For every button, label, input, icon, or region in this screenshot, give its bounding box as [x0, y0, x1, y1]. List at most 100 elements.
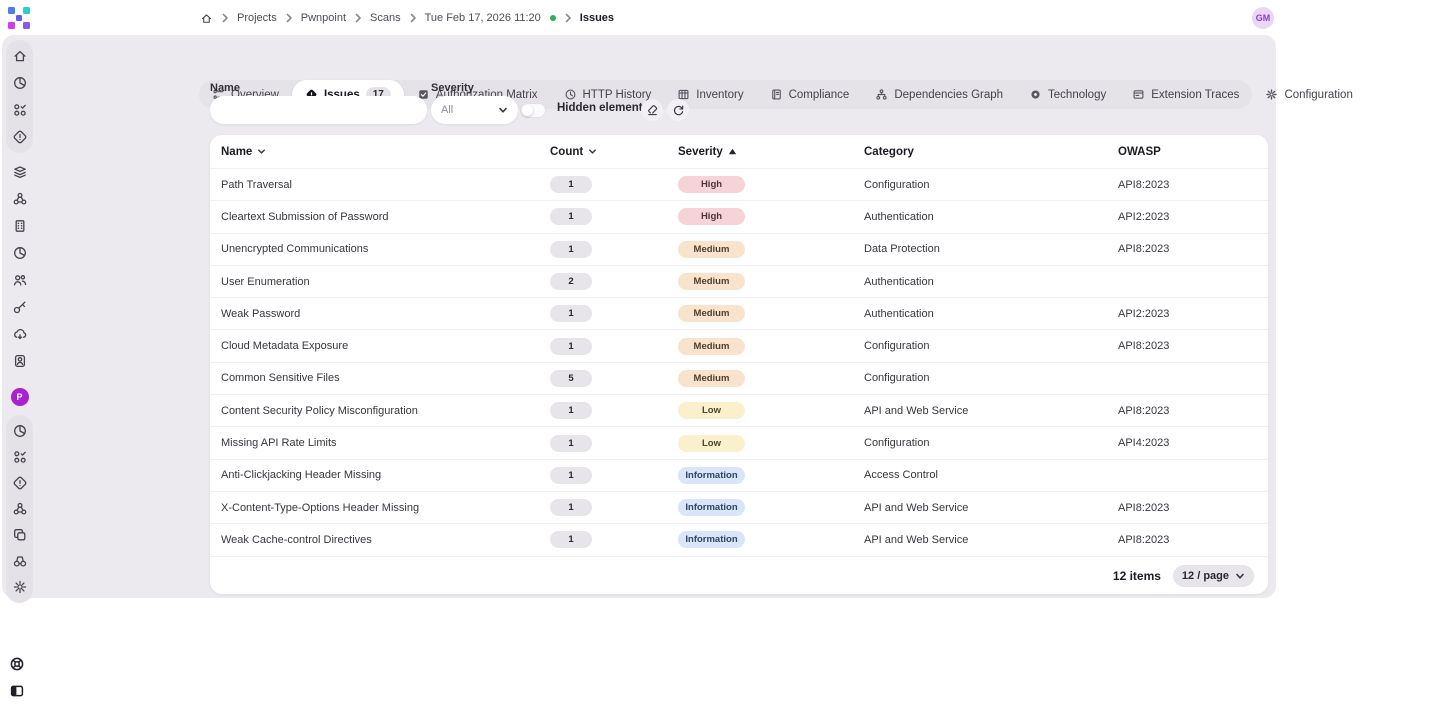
tab-label: Inventory — [696, 89, 743, 101]
team-icon[interactable] — [12, 272, 28, 288]
home-icon[interactable] — [12, 48, 28, 64]
clear-filters-button[interactable] — [641, 99, 663, 121]
home-icon[interactable] — [200, 12, 213, 25]
table-row[interactable]: Path Traversal 1 High Configuration API8… — [210, 168, 1268, 200]
issue-owasp: API8:2023 — [1118, 179, 1254, 191]
chevron-down-icon — [587, 146, 598, 157]
breadcrumb-project-name[interactable]: Pwnpoint — [301, 12, 346, 24]
tab-label: Dependencies Graph — [894, 89, 1003, 101]
issue-category: Configuration — [864, 340, 1118, 352]
help-lifebuoy-icon[interactable] — [9, 656, 25, 672]
cloud-sync-icon[interactable] — [12, 326, 28, 342]
table-row[interactable]: Anti-Clickjacking Header Missing 1 Infor… — [210, 459, 1268, 491]
issue-name: Weak Cache-control Directives — [221, 534, 550, 546]
sidebar-toggle-icon[interactable] — [9, 683, 25, 699]
issue-category: Authentication — [864, 308, 1118, 320]
issue-name: User Enumeration — [221, 276, 550, 288]
breadcrumb-scan-timestamp[interactable]: Tue Feb 17, 2026 11:20 — [425, 12, 541, 24]
project-avatar[interactable]: P — [11, 388, 29, 406]
hidden-elements-toggle[interactable] — [520, 103, 546, 118]
issue-category: API and Web Service — [864, 502, 1118, 514]
cluster-icon[interactable] — [12, 191, 28, 207]
breadcrumb-projects[interactable]: Projects — [237, 12, 277, 24]
tab-compliance[interactable]: Compliance — [757, 80, 863, 109]
breadcrumb-scans[interactable]: Scans — [370, 12, 401, 24]
column-header-name[interactable]: Name — [221, 146, 550, 158]
sidebar-group-scan — [12, 164, 28, 369]
issue-name: Cleartext Submission of Password — [221, 211, 550, 223]
name-filter-input[interactable] — [210, 96, 427, 124]
issue-category: Access Control — [864, 469, 1118, 481]
table-row[interactable]: Unencrypted Communications 1 Medium Data… — [210, 233, 1268, 265]
tab-technology[interactable]: Technology — [1016, 80, 1119, 109]
table-row[interactable]: Missing API Rate Limits 1 Low Configurat… — [210, 426, 1268, 458]
copy-tags-icon[interactable] — [12, 527, 28, 543]
count-badge: 2 — [550, 273, 592, 290]
issue-name: Content Security Policy Misconfiguration — [221, 405, 550, 417]
table-row[interactable]: User Enumeration 2 Medium Authentication — [210, 265, 1268, 297]
notebook-icon — [770, 88, 783, 101]
table-row[interactable]: Content Security Policy Misconfiguration… — [210, 394, 1268, 426]
tab-dependencies-graph[interactable]: Dependencies Graph — [862, 80, 1016, 109]
severity-filter-select[interactable]: All — [431, 96, 518, 124]
app-logo[interactable] — [8, 7, 30, 29]
issue-owasp: API4:2023 — [1118, 437, 1254, 449]
hidden-elements-label: Hidden elements — [557, 102, 649, 114]
issue-owasp: API8:2023 — [1118, 340, 1254, 352]
hierarchy-icon — [875, 88, 888, 101]
table-row[interactable]: Cloud Metadata Exposure 1 Medium Configu… — [210, 329, 1268, 361]
components-icon[interactable] — [12, 102, 28, 118]
user-avatar[interactable]: GM — [1252, 7, 1274, 29]
severity-badge: High — [678, 208, 745, 225]
project-pie-icon[interactable] — [12, 423, 28, 439]
issue-owasp: API8:2023 — [1118, 405, 1254, 417]
column-header-count[interactable]: Count — [550, 146, 678, 158]
severity-filter-label: Severity — [431, 82, 474, 94]
tab-label: Configuration — [1284, 89, 1352, 101]
issues-diamond-icon[interactable] — [12, 129, 28, 145]
count-badge: 5 — [550, 370, 592, 387]
severity-badge: Low — [678, 402, 745, 419]
items-count: 12 items — [1113, 569, 1161, 583]
column-header-severity[interactable]: Severity — [678, 146, 864, 158]
pie-chart-icon[interactable] — [12, 75, 28, 91]
table-row[interactable]: Cleartext Submission of Password 1 High … — [210, 200, 1268, 232]
project-components-icon[interactable] — [12, 449, 28, 465]
count-badge: 1 — [550, 176, 592, 193]
project-issues-icon[interactable] — [12, 475, 28, 491]
severity-badge: Information — [678, 531, 745, 548]
table-row[interactable]: Common Sensitive Files 5 Medium Configur… — [210, 362, 1268, 394]
table-footer: 12 items 12 / page — [210, 556, 1268, 594]
building-icon[interactable] — [12, 218, 28, 234]
table-row[interactable]: Weak Password 1 Medium Authentication AP… — [210, 297, 1268, 329]
tab-label: Technology — [1048, 89, 1106, 101]
identity-badge-icon[interactable] — [12, 353, 28, 369]
issue-owasp: API2:2023 — [1118, 308, 1254, 320]
chevron-down-icon — [1235, 571, 1245, 581]
settings-gear-icon[interactable] — [12, 579, 28, 595]
refresh-button[interactable] — [667, 99, 689, 121]
window-icon — [1132, 88, 1145, 101]
eraser-icon — [646, 104, 659, 117]
table-row[interactable]: X-Content-Type-Options Header Missing 1 … — [210, 491, 1268, 523]
stats-pie-icon[interactable] — [12, 245, 28, 261]
page-size-select[interactable]: 12 / page — [1173, 565, 1254, 587]
chevron-right-icon — [408, 13, 418, 23]
project-cluster-icon[interactable] — [12, 501, 28, 517]
binoculars-icon[interactable] — [12, 553, 28, 569]
tab-label: HTTP History — [583, 89, 652, 101]
table-row[interactable]: Weak Cache-control Directives 1 Informat… — [210, 523, 1268, 555]
breadcrumb: Projects Pwnpoint Scans Tue Feb 17, 2026… — [200, 0, 614, 36]
column-header-category[interactable]: Category — [864, 146, 1118, 158]
severity-badge: High — [678, 176, 745, 193]
tab-configuration[interactable]: Configuration — [1252, 80, 1365, 109]
tab-extension-traces[interactable]: Extension Traces — [1119, 80, 1252, 109]
layers-icon[interactable] — [12, 164, 28, 180]
issue-name: Anti-Clickjacking Header Missing — [221, 469, 550, 481]
clock-icon — [564, 88, 577, 101]
gear-icon — [1265, 88, 1278, 101]
severity-badge: Medium — [678, 338, 745, 355]
column-header-owasp[interactable]: OWASP — [1118, 146, 1254, 158]
issue-name: Common Sensitive Files — [221, 372, 550, 384]
key-icon[interactable] — [12, 299, 28, 315]
